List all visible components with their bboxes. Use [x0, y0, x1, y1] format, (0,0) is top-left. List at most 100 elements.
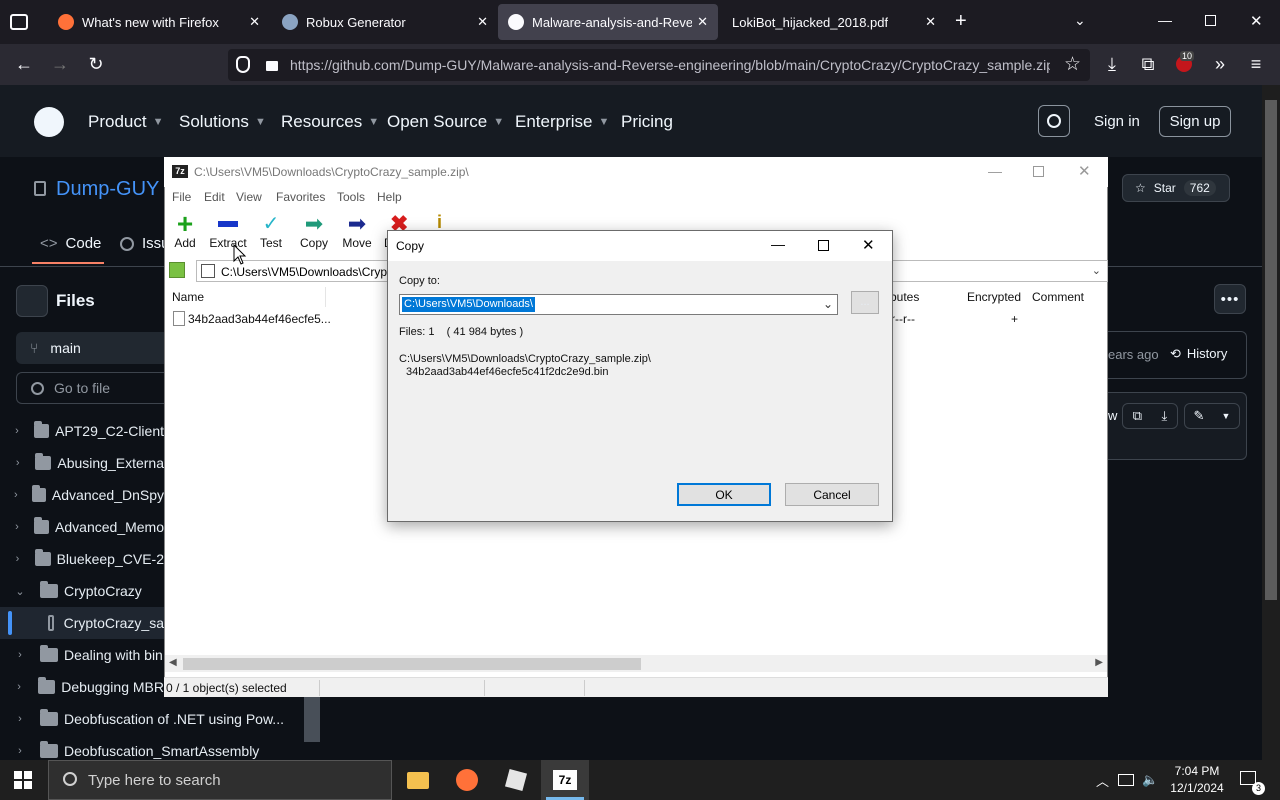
tree-item[interactable]: › Deobfuscation of .NET using Pow...	[0, 703, 304, 735]
raw-button-fragment[interactable]: w	[1108, 408, 1117, 423]
tree-item[interactable]: › Advanced_DnSpy	[0, 479, 164, 511]
close-tab-icon[interactable]: ✕	[477, 14, 488, 30]
column-name[interactable]: Name	[172, 290, 204, 304]
sidebar-scrollbar[interactable]	[304, 697, 320, 742]
menu-view[interactable]: View	[236, 190, 262, 204]
close-icon[interactable]: ✕	[1078, 162, 1091, 180]
pencil-icon[interactable]: ✎	[1194, 408, 1205, 424]
copy-to-path[interactable]: C:\Users\VM5\Downloads\	[402, 297, 535, 312]
menu-help[interactable]: Help	[377, 190, 402, 204]
tree-item[interactable]: › Debugging MBR	[0, 671, 164, 703]
tree-item[interactable]: › APT29_C2-Client	[0, 415, 164, 447]
scroll-right-icon[interactable]: ▶	[1095, 657, 1103, 668]
tab-overflow-chevron-icon[interactable]: ⌄	[1074, 12, 1086, 29]
tab-list-icon[interactable]	[10, 14, 28, 30]
tree-item-selected[interactable]: CryptoCrazy_sa	[0, 607, 164, 639]
github-logo-icon[interactable]	[34, 107, 64, 137]
cancel-button[interactable]: Cancel	[785, 483, 879, 506]
sign-in-link[interactable]: Sign in	[1094, 113, 1140, 130]
tab-malware-analysis[interactable]: Malware-analysis-and-Reverse- ✕	[498, 4, 718, 40]
menu-tools[interactable]: Tools	[337, 190, 365, 204]
go-to-file-input[interactable]: Go to file	[16, 372, 164, 404]
page-scrollbar-thumb[interactable]	[1265, 100, 1277, 600]
minimize-icon[interactable]: —	[771, 236, 785, 252]
toolbar-move-button[interactable]: ➡ Move	[335, 212, 379, 251]
downloads-icon[interactable]: ⤓	[1098, 50, 1126, 78]
shield-icon[interactable]	[236, 56, 250, 73]
lock-icon[interactable]	[266, 61, 278, 71]
minimize-icon[interactable]: —	[988, 163, 1002, 179]
nav-open-source[interactable]: Open Source ▼	[387, 112, 504, 132]
clock[interactable]: 7:04 PM 12/1/2024	[1166, 764, 1228, 795]
chevron-down-icon[interactable]: ⌄	[1092, 264, 1101, 277]
close-tab-icon[interactable]: ✕	[249, 14, 260, 30]
history-link[interactable]: ⟲ History	[1170, 346, 1227, 362]
taskbar-file-explorer[interactable]	[394, 760, 442, 800]
toolbar-add-button[interactable]: + Add	[163, 210, 207, 251]
back-icon[interactable]: ←	[10, 50, 38, 78]
scroll-thumb[interactable]	[183, 658, 641, 670]
menu-favorites[interactable]: Favorites	[276, 190, 325, 204]
close-icon[interactable]: ✕	[862, 236, 875, 254]
scroll-left-icon[interactable]: ◀	[169, 657, 177, 668]
nav-pricing[interactable]: Pricing	[621, 112, 673, 132]
download-icon[interactable]: ⤓	[1162, 408, 1168, 424]
taskbar-7zip[interactable]: 7z	[541, 760, 589, 800]
tab-code[interactable]: <> Code	[40, 235, 101, 252]
star-button[interactable]: ☆ Star 762	[1122, 174, 1230, 202]
nav-enterprise[interactable]: Enterprise ▼	[515, 112, 609, 132]
horizontal-scrollbar[interactable]: ◀ ▶	[165, 655, 1107, 672]
taskbar-search-box[interactable]: Type here to search	[48, 760, 392, 800]
browse-button[interactable]: ...	[851, 291, 879, 314]
branch-selector[interactable]: ⑂ main	[16, 332, 164, 364]
ok-button[interactable]: OK	[677, 483, 771, 506]
chevron-down-icon[interactable]: ⌄	[823, 297, 833, 311]
hamburger-menu-icon[interactable]: ≡	[1242, 50, 1270, 78]
menu-file[interactable]: File	[172, 190, 191, 204]
search-button[interactable]	[1038, 105, 1070, 137]
restore-icon[interactable]	[1205, 15, 1216, 26]
toolbar-test-button[interactable]: ✓ Test	[249, 212, 293, 250]
windows-start-icon[interactable]	[14, 771, 32, 789]
maximize-icon[interactable]	[818, 240, 829, 251]
new-tab-icon[interactable]: +	[955, 10, 967, 33]
tab-robux[interactable]: Robux Generator ✕	[272, 0, 498, 44]
taskbar-roblox[interactable]	[492, 760, 540, 800]
more-options-icon[interactable]: •••	[1214, 284, 1246, 314]
column-comment[interactable]: Comment	[1032, 290, 1084, 304]
taskbar-firefox[interactable]	[443, 760, 491, 800]
toolbar-copy-button[interactable]: ➡ Copy	[292, 212, 336, 251]
tab-lokibot[interactable]: LokiBot_hijacked_2018.pdf ✕	[720, 0, 946, 44]
url-bar[interactable]: https://github.com/Dump-GUY/Malware-anal…	[228, 49, 1090, 81]
url-text[interactable]: https://github.com/Dump-GUY/Malware-anal…	[290, 57, 1050, 73]
tab-whats-new[interactable]: What's new with Firefox ✕	[44, 0, 270, 44]
volume-muted-icon[interactable]: 🔈	[1142, 772, 1158, 788]
tray-chevron-up-icon[interactable]: ︿	[1096, 771, 1109, 790]
sidebar-toggle-icon[interactable]	[16, 285, 48, 317]
tree-item[interactable]: ⌄ CryptoCrazy	[0, 575, 164, 607]
tree-item[interactable]: › Bluekeep_CVE-2	[0, 543, 164, 575]
copy-to-combobox[interactable]: C:\Users\VM5\Downloads\ ⌄	[399, 294, 838, 315]
close-tab-icon[interactable]: ✕	[925, 14, 936, 30]
tree-item[interactable]: › Abusing_Externa	[0, 447, 164, 479]
column-attributes[interactable]: butes	[890, 290, 919, 304]
sign-up-button[interactable]: Sign up	[1159, 106, 1231, 137]
column-encrypted[interactable]: Encrypted	[967, 290, 1021, 304]
minimize-icon[interactable]: —	[1158, 12, 1172, 28]
bookmark-star-icon[interactable]: ☆	[1064, 53, 1081, 76]
reload-icon[interactable]: ↻	[82, 50, 110, 78]
network-icon[interactable]	[1118, 774, 1134, 786]
maximize-icon[interactable]	[1033, 166, 1044, 177]
folder-up-icon[interactable]	[169, 262, 185, 278]
nav-product[interactable]: Product ▼	[88, 112, 163, 132]
close-tab-icon[interactable]: ✕	[697, 14, 708, 30]
overflow-menu-icon[interactable]: »	[1206, 50, 1234, 78]
chevron-down-icon[interactable]: ▼	[1222, 411, 1231, 421]
extensions-icon[interactable]: ⧉	[1134, 50, 1162, 78]
tree-item[interactable]: › Advanced_Memo	[0, 511, 164, 543]
nav-solutions[interactable]: Solutions ▼	[179, 112, 266, 132]
close-window-icon[interactable]: ✕	[1250, 12, 1263, 30]
menu-edit[interactable]: Edit	[204, 190, 225, 204]
copy-icon[interactable]: ⧉	[1133, 408, 1142, 424]
tree-item[interactable]: › Dealing with bin	[0, 639, 164, 671]
